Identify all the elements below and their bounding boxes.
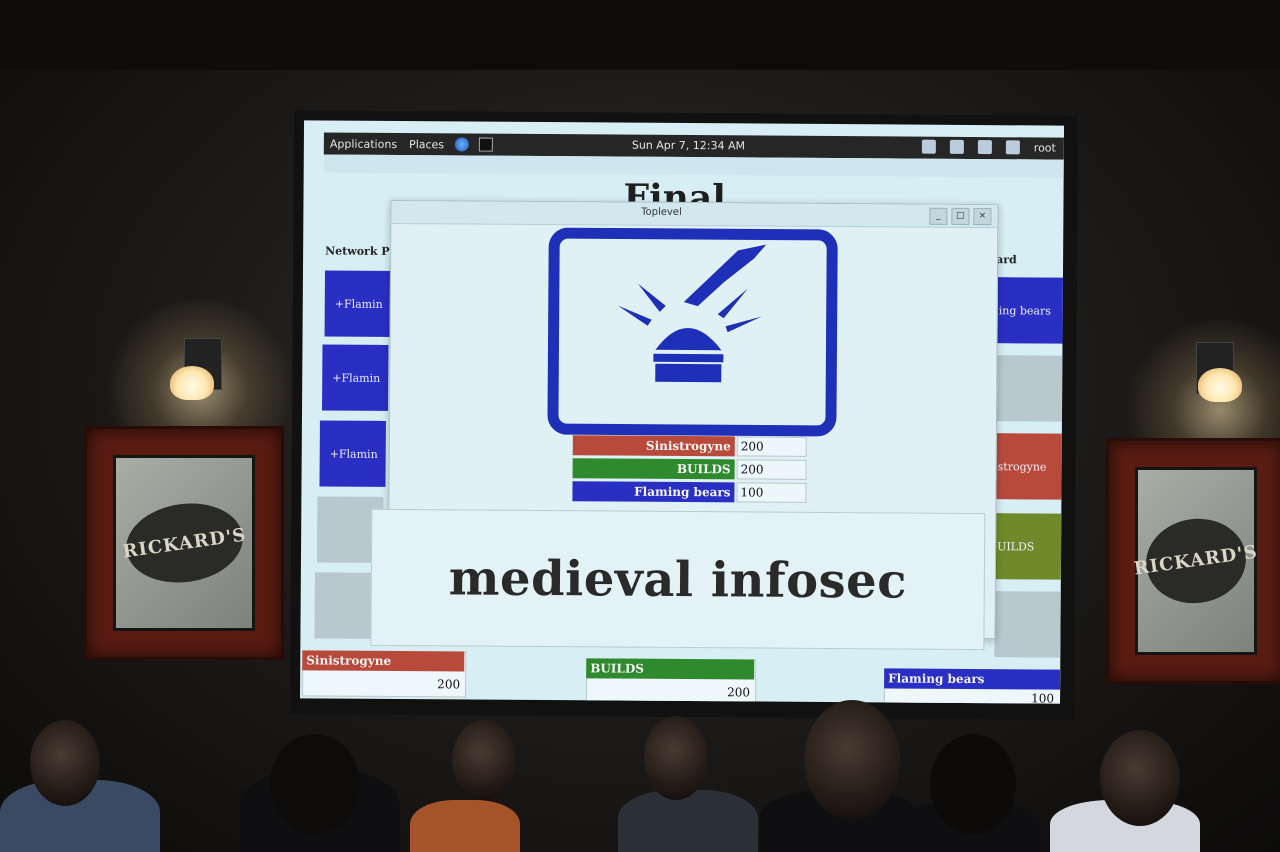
left-column-header: Network P <box>325 244 390 258</box>
logo-burger-base <box>655 363 722 383</box>
team-label: Sinistrogyne <box>572 435 735 457</box>
right-tile: ing bears <box>996 277 1063 344</box>
scoreboard-team: BUILDS <box>586 658 755 680</box>
audience-head <box>1100 730 1180 826</box>
applications-menu[interactable]: Applications <box>324 137 403 151</box>
logo-burger-bun <box>655 328 722 351</box>
terminal-icon[interactable] <box>479 137 494 152</box>
right-tile-faded <box>995 355 1063 422</box>
maximize-button[interactable]: □ <box>951 207 970 225</box>
clipboard-icon[interactable] <box>921 139 936 154</box>
audience <box>0 700 1280 852</box>
left-sign-text: RICKARD'S <box>120 523 248 563</box>
right-tile: strogyne <box>995 433 1062 500</box>
right-tile-faded <box>994 591 1061 658</box>
team-label: Flaming bears <box>572 481 735 503</box>
team-label: BUILDS <box>572 458 735 480</box>
left-lamp-bulb <box>170 366 214 400</box>
places-menu[interactable]: Places <box>403 138 450 151</box>
caption-panel: medieval infosec <box>370 508 986 651</box>
audience-head <box>804 700 900 820</box>
network-icon[interactable] <box>1005 140 1020 155</box>
logo-ray-right-low <box>725 316 762 333</box>
burger-buzzer-icon <box>547 227 838 437</box>
right-sign-text: RICKARD'S <box>1132 541 1260 581</box>
scoreboard-score: 200 <box>727 685 751 700</box>
panel-clock[interactable]: Sun Apr 7, 12:34 AM <box>632 139 745 153</box>
toplevel-title: Toplevel <box>641 206 682 218</box>
toplevel-titlebar[interactable]: Toplevel _ □ × <box>391 200 998 229</box>
right-column-header: ard <box>996 253 1017 267</box>
right-rickards-sign: RICKARD'S <box>1106 438 1280 684</box>
close-button[interactable]: × <box>973 208 992 226</box>
team-score: 100 <box>736 482 807 503</box>
team-score: 200 <box>736 436 807 457</box>
volume-icon[interactable] <box>949 139 964 154</box>
projected-desktop: Applications Places Sun Apr 7, 12:34 AM … <box>300 120 1065 704</box>
left-rickards-sign: RICKARD'S <box>84 426 284 660</box>
logo-burger-patty <box>653 353 724 363</box>
right-lamp-bulb <box>1198 368 1242 402</box>
audience-head <box>452 720 516 800</box>
ceiling <box>0 0 1280 70</box>
scoreboard-score: 200 <box>437 677 461 692</box>
team-score: 200 <box>736 459 807 480</box>
audience-person <box>410 800 520 852</box>
logo-ray-left <box>637 283 666 312</box>
right-tile: UILDS <box>994 513 1062 580</box>
projection-screen: Applications Places Sun Apr 7, 12:34 AM … <box>289 110 1079 720</box>
caption-text: medieval infosec <box>448 549 908 610</box>
bar-room-scene: RICKARD'S RICKARD'S Applications Places … <box>0 0 1280 852</box>
minimize-button[interactable]: _ <box>929 207 948 225</box>
logo-ray-right <box>717 288 748 319</box>
scoreboard-team: Sinistrogyne <box>302 650 465 672</box>
scoreboard-team: Flaming bears <box>884 668 1061 690</box>
left-tile: +Flamin <box>324 270 391 337</box>
bluetooth-icon[interactable] <box>977 140 992 155</box>
browser-icon[interactable] <box>455 137 470 152</box>
logo-hand <box>683 244 767 307</box>
background-window-titlebar <box>323 154 1064 178</box>
audience-head <box>30 720 100 806</box>
logo-ray-left-low <box>617 305 652 326</box>
left-tile: +Flamin <box>319 420 386 487</box>
user-menu[interactable]: root <box>1034 141 1056 154</box>
system-tray: root <box>921 139 1056 155</box>
left-tile: +Flamin <box>322 344 389 411</box>
audience-head <box>930 734 1016 834</box>
audience-head <box>644 716 708 800</box>
audience-person <box>618 790 758 852</box>
audience-head <box>270 734 360 834</box>
